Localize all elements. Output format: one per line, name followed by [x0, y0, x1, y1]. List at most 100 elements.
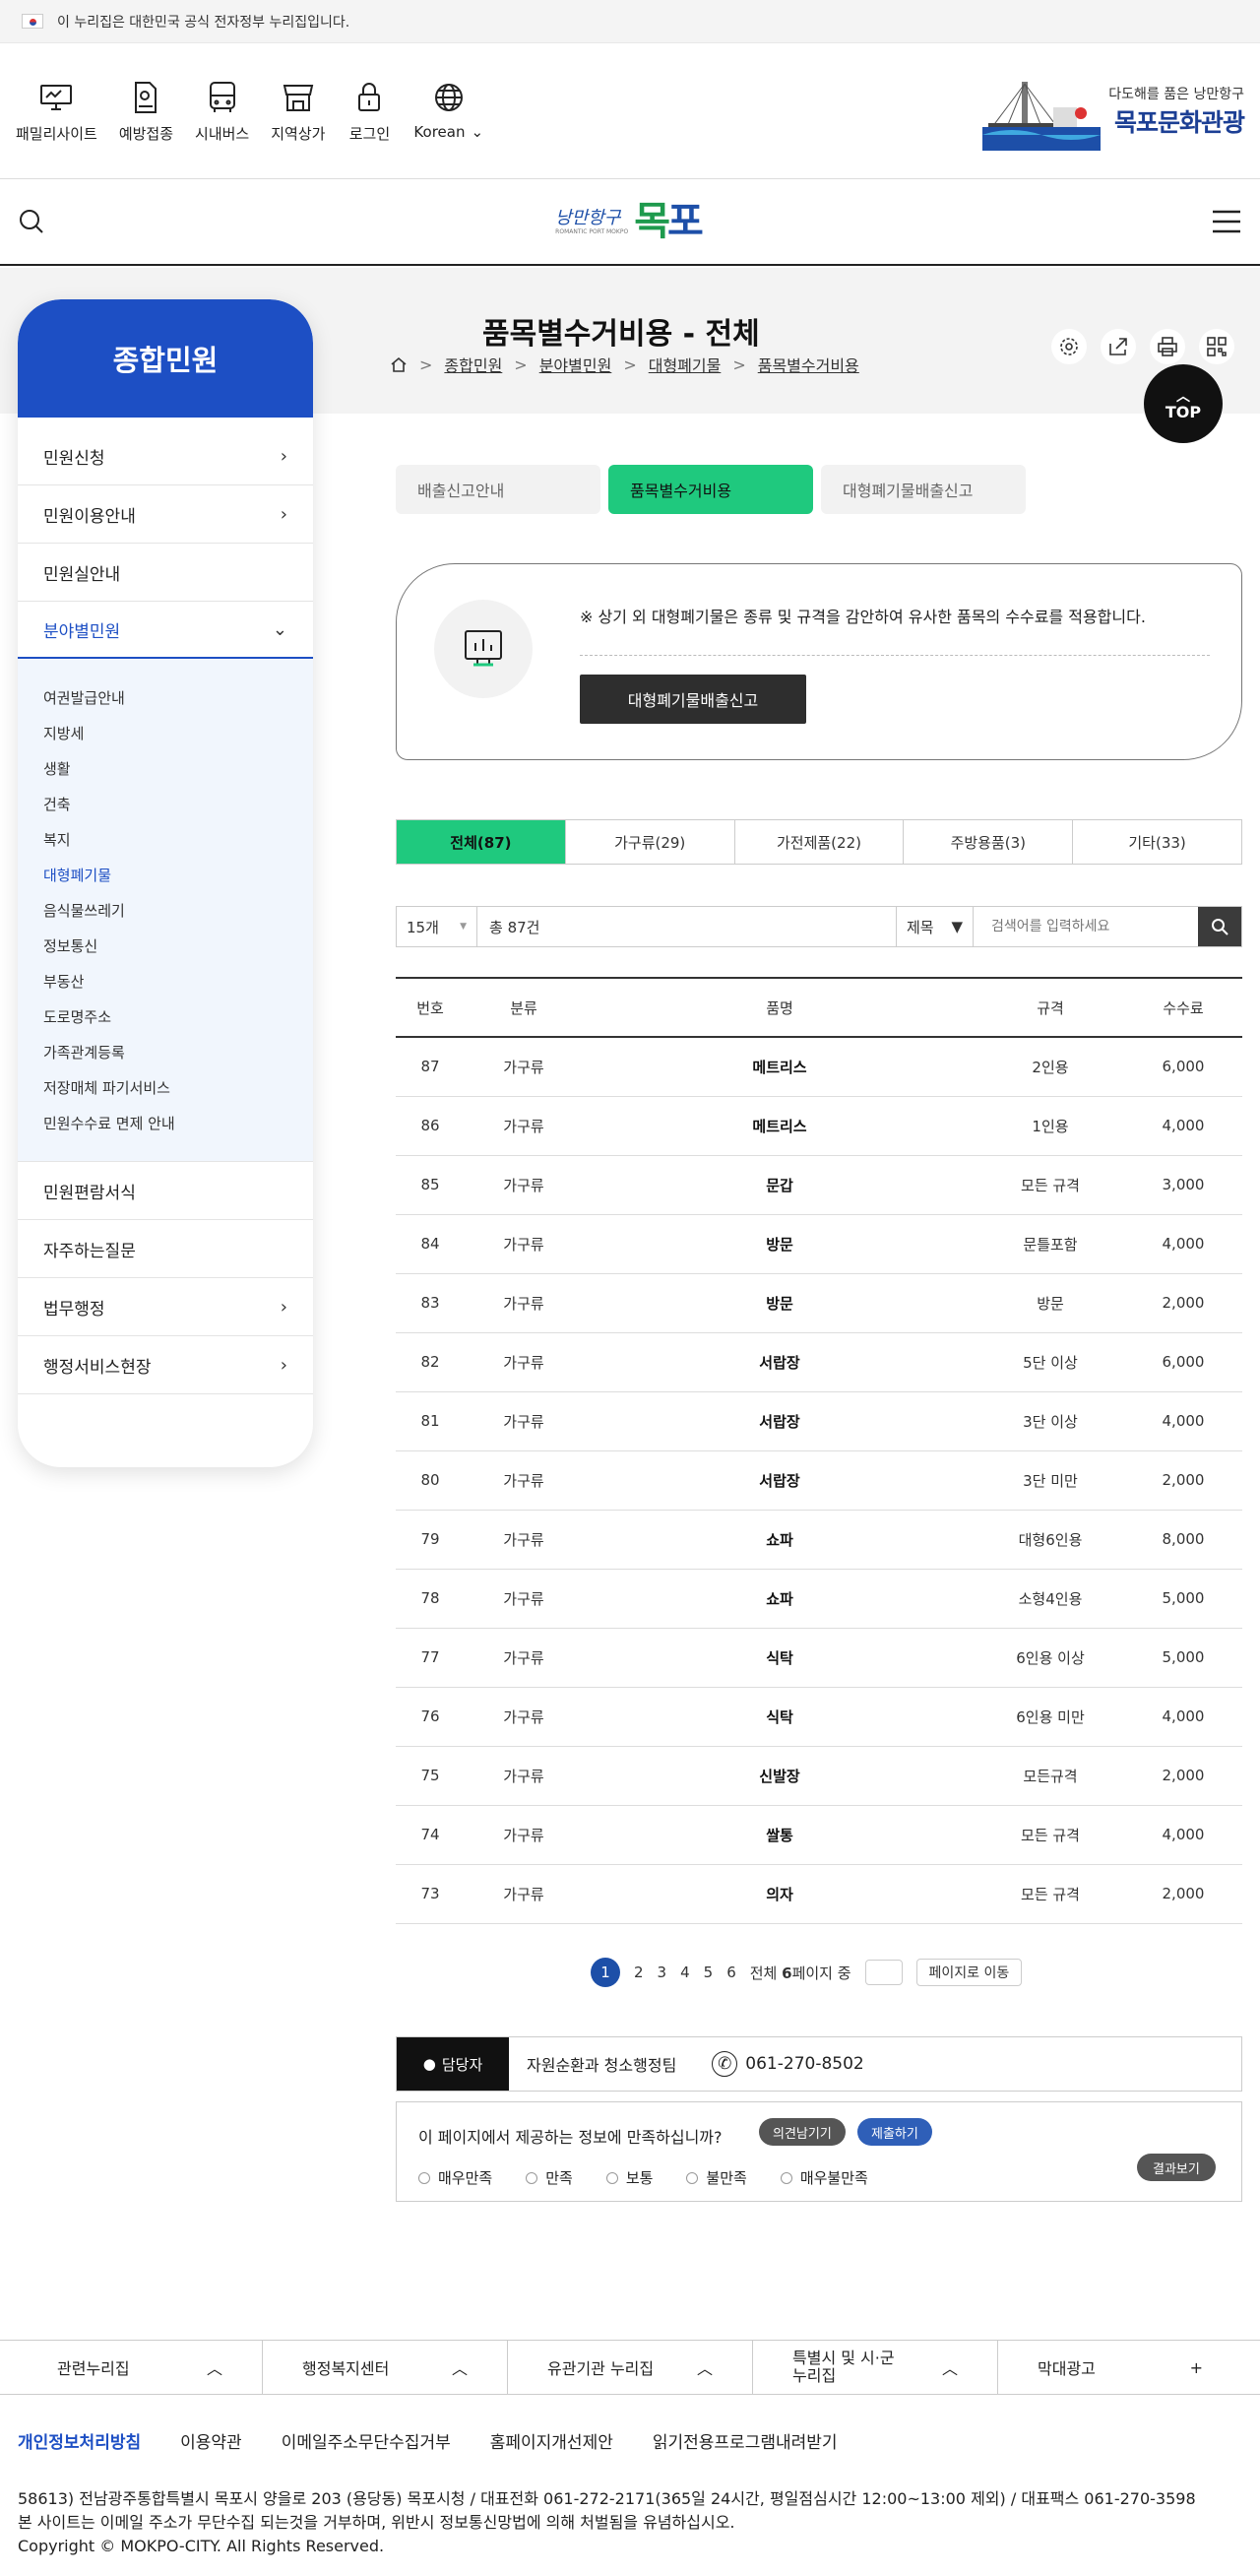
footer-site-cities[interactable]: 특별시 및 시·군 누리집 ︿: [752, 2341, 997, 2394]
terms-link[interactable]: 이용약관: [180, 2428, 242, 2453]
print-button[interactable]: [1150, 329, 1185, 364]
radio-button[interactable]: [605, 2171, 618, 2184]
sub-item-life[interactable]: 생활: [43, 751, 287, 787]
sub-item-food-waste[interactable]: 음식물쓰레기: [43, 893, 287, 929]
category-furniture[interactable]: 가구류(29): [564, 820, 734, 864]
sidebar-item-legal[interactable]: 법무행정 ›: [18, 1278, 313, 1335]
tab-item-fees[interactable]: 품목별수거비용: [608, 465, 813, 514]
cell-fee: 2,000: [1124, 1273, 1242, 1333]
page-5[interactable]: 5: [704, 1964, 714, 1981]
breadcrumb-item[interactable]: 대형폐기물: [649, 353, 722, 376]
util-language[interactable]: Korean ⌄: [413, 78, 483, 144]
sidebar-item-faq[interactable]: 자주하는질문: [18, 1220, 313, 1277]
qr-button[interactable]: [1199, 329, 1234, 364]
category-etc[interactable]: 기타(33): [1072, 820, 1241, 864]
sub-item-local-tax[interactable]: 지방세: [43, 716, 287, 751]
cell-category: 가구류: [465, 1096, 583, 1156]
sidebar-item-service[interactable]: 행정서비스현장 ›: [18, 1336, 313, 1393]
radio-button[interactable]: [526, 2171, 538, 2184]
manager-info: ● 담당자 자원순환과 청소행정팀 ✆ 061-270-8502: [396, 2036, 1242, 2092]
page-number-input[interactable]: [864, 1960, 903, 1985]
page-3[interactable]: 3: [658, 1964, 667, 1981]
tab-report-guide[interactable]: 배출신고안내: [396, 465, 600, 514]
settings-button[interactable]: [1051, 329, 1087, 364]
submit-button[interactable]: 제출하기: [857, 2118, 932, 2146]
search-input[interactable]: [974, 907, 1198, 946]
util-login[interactable]: 로그인: [346, 78, 392, 144]
sub-item-real-estate[interactable]: 부동산: [43, 964, 287, 999]
page-4[interactable]: 4: [680, 1964, 690, 1981]
tourism-banner[interactable]: 다도해를 품은 낭만항구 목포문화관광: [982, 72, 1245, 151]
sidebar-item-field[interactable]: 분야별민원 ⌄: [18, 602, 313, 659]
breadcrumb-item[interactable]: 분야별민원: [539, 353, 612, 376]
sub-item-it[interactable]: 정보통신: [43, 929, 287, 964]
footer-site-related[interactable]: 관련누리집 ︿: [18, 2341, 262, 2394]
search-icon[interactable]: [18, 208, 45, 235]
cell-item-name: 쇼파: [583, 1569, 976, 1629]
privacy-policy-link[interactable]: 개인정보처리방침: [18, 2428, 141, 2453]
option-very-satisfied[interactable]: 매우만족: [418, 2167, 492, 2188]
sub-item-fee-exempt[interactable]: 민원수수료 면제 안내: [43, 1106, 287, 1141]
view-results-button[interactable]: 결과보기: [1137, 2154, 1216, 2181]
option-satisfied[interactable]: 만족: [526, 2167, 573, 2188]
sidebar-item-office[interactable]: 민원실안내: [18, 544, 313, 601]
category-appliance[interactable]: 가전제품(22): [733, 820, 904, 864]
sub-item-road-address[interactable]: 도로명주소: [43, 999, 287, 1035]
sub-item-passport[interactable]: 여권발급안내: [43, 680, 287, 716]
cell-spec: 3단 미만: [976, 1450, 1124, 1511]
util-local-store[interactable]: 지역상가: [271, 78, 325, 144]
notice-text: ※ 상기 외 대형폐기물은 종류 및 규격을 감안하여 유사한 품목의 수수료를…: [580, 608, 1146, 626]
sub-item-family[interactable]: 가족관계등록: [43, 1035, 287, 1070]
util-city-bus[interactable]: 시내버스: [195, 78, 249, 144]
large-waste-report-button[interactable]: 대형폐기물배출신고: [580, 675, 806, 724]
search-field-select[interactable]: 제목 ▼: [897, 907, 974, 946]
email-refusal-link[interactable]: 이메일주소무단수집거부: [282, 2428, 451, 2453]
category-all[interactable]: 전체(87): [397, 820, 565, 864]
util-vaccination[interactable]: 예방접종: [119, 78, 173, 144]
sidebar-item-request[interactable]: 민원신청 ›: [18, 427, 313, 484]
per-page-select[interactable]: 15개 ▼: [397, 907, 477, 946]
sub-item-welfare[interactable]: 복지: [43, 822, 287, 858]
option-very-unsatisfied[interactable]: 매우불만족: [780, 2167, 868, 2188]
radio-button[interactable]: [686, 2171, 699, 2184]
option-unsatisfied[interactable]: 불만족: [686, 2167, 747, 2188]
util-family-site[interactable]: 패밀리사이트: [16, 78, 97, 144]
cell-number: 87: [396, 1037, 465, 1097]
sub-item-large-waste[interactable]: 대형폐기물: [43, 858, 287, 893]
leave-opinion-button[interactable]: 의견남기기: [759, 2118, 846, 2146]
radio-button[interactable]: [780, 2171, 792, 2184]
page-2[interactable]: 2: [634, 1964, 644, 1981]
breadcrumb-item[interactable]: 종합민원: [444, 353, 502, 376]
category-kitchen[interactable]: 주방용품(3): [903, 820, 1072, 864]
cell-fee: 4,000: [1124, 1805, 1242, 1865]
breadcrumb-item-current[interactable]: 품목별수거비용: [758, 353, 859, 376]
page-1[interactable]: 1: [591, 1958, 620, 1987]
home-icon[interactable]: [390, 355, 408, 373]
chevron-right-icon: ›: [280, 503, 287, 525]
page-go-button[interactable]: 페이지로 이동: [915, 1959, 1023, 1986]
footer-site-affiliates[interactable]: 유관기관 누리집 ︿: [507, 2341, 752, 2394]
globe-icon: [434, 84, 463, 111]
improvement-link[interactable]: 홈페이지개선제안: [490, 2428, 613, 2453]
sidebar-item-forms[interactable]: 민원편람서식: [18, 1162, 313, 1219]
chevron-up-icon: ︿: [451, 2359, 468, 2378]
radio-button[interactable]: [418, 2171, 430, 2184]
cell-number: 84: [396, 1214, 465, 1274]
category-tabs: 전체(87) 가구류(29) 가전제품(22) 주방용품(3) 기타(33): [396, 819, 1242, 865]
page-6[interactable]: 6: [726, 1964, 736, 1981]
share-button[interactable]: [1101, 329, 1136, 364]
sub-item-building[interactable]: 건축: [43, 787, 287, 822]
footer-site-ads[interactable]: 막대광고 +: [997, 2341, 1242, 2394]
search-button[interactable]: [1198, 907, 1241, 946]
page-title: 품목별수거비용 - 전체: [482, 317, 760, 352]
footer-site-admin[interactable]: 행정복지센터 ︿: [262, 2341, 507, 2394]
scroll-top-button[interactable]: ︿ TOP: [1144, 364, 1223, 443]
option-neutral[interactable]: 보통: [605, 2167, 653, 2188]
cell-category: 가구류: [465, 1864, 583, 1924]
reader-download-link[interactable]: 읽기전용프로그램내려받기: [653, 2428, 838, 2453]
sub-item-storage-destroy[interactable]: 저장매체 파기서비스: [43, 1070, 287, 1106]
site-logo[interactable]: 낭만항구 ROMANTIC PORT MOKPO 목포: [555, 202, 704, 241]
tab-large-waste-report[interactable]: 대형폐기물배출신고: [821, 465, 1026, 514]
sidebar-item-guide[interactable]: 민원이용안내 ›: [18, 485, 313, 543]
hamburger-menu-icon[interactable]: [1211, 208, 1242, 235]
